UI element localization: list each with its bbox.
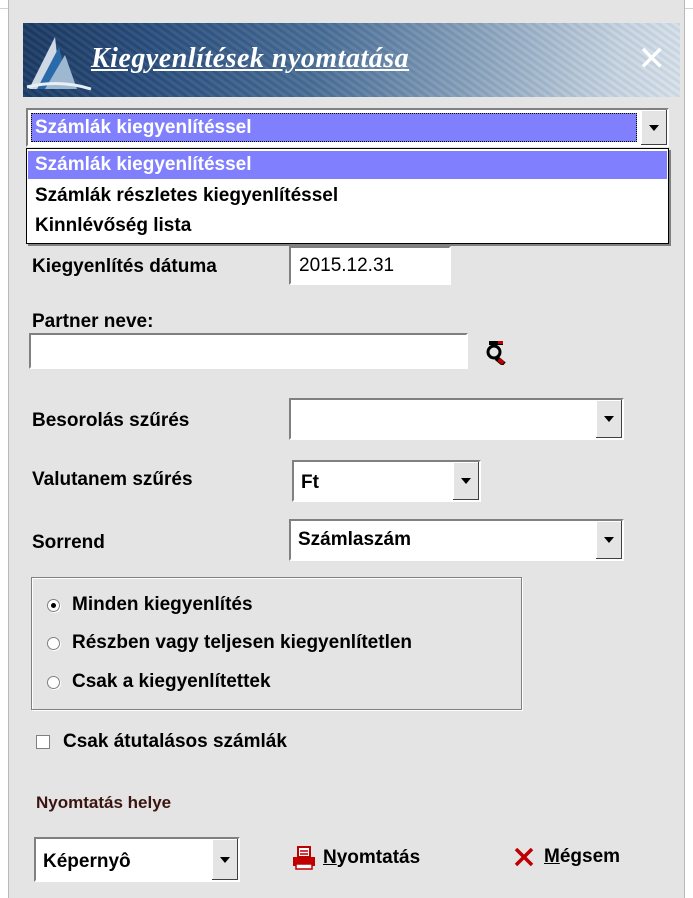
chevron-down-icon[interactable]	[595, 400, 622, 438]
order-select[interactable]: Számlaszám	[289, 519, 624, 561]
close-icon[interactable]: ✕	[638, 39, 667, 79]
order-label: Sorrend	[32, 532, 105, 553]
radio-checked-icon	[47, 598, 60, 612]
title-bar[interactable]: Kiegyenlítések nyomtatása ✕	[23, 23, 680, 97]
settlement-filter-group: Minden kiegyenlítés Részben vagy teljese…	[31, 577, 522, 710]
partner-name-field[interactable]	[29, 333, 468, 369]
chevron-down-icon[interactable]	[595, 521, 622, 559]
checkbox-unchecked-icon	[36, 735, 50, 749]
printer-icon	[293, 846, 315, 870]
print-button[interactable]: Nyomtatás	[292, 846, 420, 870]
settlement-date-label: Kiegyenlítés dátuma	[32, 256, 217, 277]
print-location-select[interactable]: Képernyô	[34, 837, 240, 882]
chevron-down-icon[interactable]	[640, 110, 667, 145]
radio-all-settlements[interactable]: Minden kiegyenlítés	[47, 594, 253, 616]
cancel-x-icon	[514, 847, 534, 867]
currency-label: Valutanem szűrés	[32, 469, 193, 490]
radio-unchecked-icon	[47, 636, 60, 650]
chevron-down-icon[interactable]	[452, 462, 479, 500]
radio-only-settled[interactable]: Csak a kiegyenlítettek	[47, 671, 271, 693]
partner-label: Partner neve:	[32, 311, 154, 332]
report-type-option[interactable]: Számlák részletes kiegyenlítéssel	[28, 182, 667, 210]
report-type-option[interactable]: Kinnlévőség lista	[28, 212, 667, 240]
report-type-value: Számlák kiegyenlítéssel	[35, 116, 252, 138]
window-title: Kiegyenlítések nyomtatása	[91, 43, 410, 74]
app-logo-icon	[26, 37, 92, 91]
radio-partially-unsettled[interactable]: Részben vagy teljesen kiegyenlítetlen	[47, 632, 412, 654]
currency-select[interactable]: Ft	[292, 460, 481, 502]
radio-unchecked-icon	[47, 675, 60, 689]
print-location-label: Nyomtatás helye	[36, 793, 172, 812]
report-type-dropdown: Számlák kiegyenlítéssel Számlák részlete…	[26, 148, 669, 244]
binoculars-search-icon[interactable]	[486, 339, 512, 365]
report-type-select[interactable]: Számlák kiegyenlítéssel	[26, 108, 669, 147]
classification-label: Besorolás szűrés	[32, 410, 190, 431]
chevron-down-icon[interactable]	[211, 839, 238, 880]
report-type-option[interactable]: Számlák kiegyenlítéssel	[28, 151, 667, 179]
settlement-date-field[interactable]: 2015.12.31	[289, 246, 451, 285]
classification-select[interactable]	[289, 398, 624, 440]
cancel-button[interactable]: Mégsem	[513, 846, 620, 868]
transfer-only-checkbox[interactable]: Csak átutalásos számlák	[36, 731, 287, 753]
